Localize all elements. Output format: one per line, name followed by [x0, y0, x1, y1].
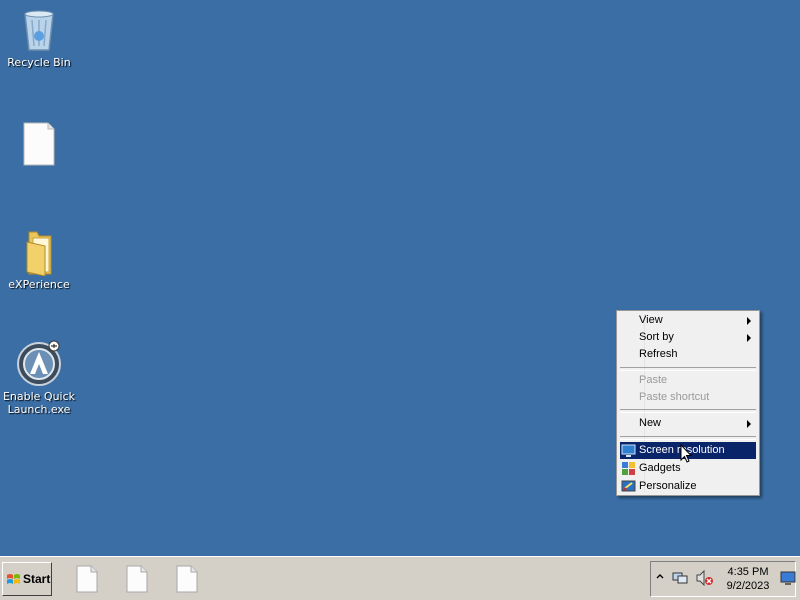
menu-item-label: New: [639, 417, 662, 429]
network-icon[interactable]: [672, 570, 688, 586]
taskbar-document-button-2[interactable]: [124, 565, 150, 593]
desktop-icon-label: Enable Quick Launch.exe: [2, 390, 76, 416]
desktop-context-menu: View Sort by Refresh Paste Paste shortcu…: [616, 310, 760, 496]
document-icon: [126, 565, 148, 593]
menu-item-label: Personalize: [639, 480, 697, 492]
menu-separator: [620, 436, 756, 440]
menu-item-paste-shortcut[interactable]: Paste shortcut: [620, 389, 756, 406]
desktop-icon-enable-quick-launch[interactable]: Enable Quick Launch.exe: [0, 340, 78, 416]
menu-item-personalize[interactable]: Personalize: [620, 478, 756, 495]
clock[interactable]: 4:35 PM 9/2/2023: [716, 565, 780, 593]
monitor-icon: [621, 443, 636, 458]
submenu-arrow-icon: [747, 420, 751, 428]
desktop-icon-label: Recycle Bin: [7, 56, 71, 69]
blank-document-icon: [15, 120, 63, 168]
windows-logo-icon: [6, 572, 21, 587]
show-hidden-icons-chevron-icon[interactable]: [655, 572, 665, 582]
menu-separator: [620, 367, 756, 371]
desktop-icon-experience[interactable]: eXPerience: [0, 228, 78, 291]
personalize-icon: [621, 479, 636, 494]
show-desktop-icon[interactable]: [780, 570, 796, 586]
desktop-icon-label: eXPerience: [8, 278, 70, 291]
desktop-icon-recycle-bin[interactable]: Recycle Bin: [0, 6, 78, 69]
menu-item-new[interactable]: New: [620, 415, 756, 432]
document-icon: [176, 565, 198, 593]
taskbar-document-button-3[interactable]: [174, 565, 200, 593]
desktop-icon-file[interactable]: [0, 120, 78, 170]
mouse-pointer-icon: [680, 443, 693, 464]
menu-item-label: Paste: [639, 374, 668, 386]
autoit-executable-icon: [15, 340, 63, 388]
gadgets-icon: [621, 461, 636, 476]
menu-item-view[interactable]: View: [620, 312, 756, 329]
clock-time: 4:35 PM: [727, 566, 769, 578]
menu-item-label: View: [639, 314, 663, 326]
menu-item-label: Paste shortcut: [639, 391, 710, 403]
document-icon: [76, 565, 98, 593]
taskbar-document-button-1[interactable]: [74, 565, 100, 593]
start-button[interactable]: Start: [2, 562, 52, 596]
menu-item-paste[interactable]: Paste: [620, 372, 756, 389]
menu-item-sort-by[interactable]: Sort by: [620, 329, 756, 346]
menu-separator: [620, 409, 756, 413]
folder-icon: [15, 228, 63, 277]
recycle-bin-icon: [15, 6, 63, 54]
menu-item-label: Gadgets: [639, 462, 681, 474]
submenu-arrow-icon: [747, 317, 751, 325]
clock-date: 9/2/2023: [726, 580, 770, 592]
menu-item-label: Refresh: [639, 348, 678, 360]
menu-item-refresh[interactable]: Refresh: [620, 346, 756, 363]
start-label: Start: [23, 572, 51, 586]
volume-muted-icon[interactable]: [696, 569, 714, 587]
menu-item-label: Sort by: [639, 331, 674, 343]
submenu-arrow-icon: [747, 334, 751, 342]
